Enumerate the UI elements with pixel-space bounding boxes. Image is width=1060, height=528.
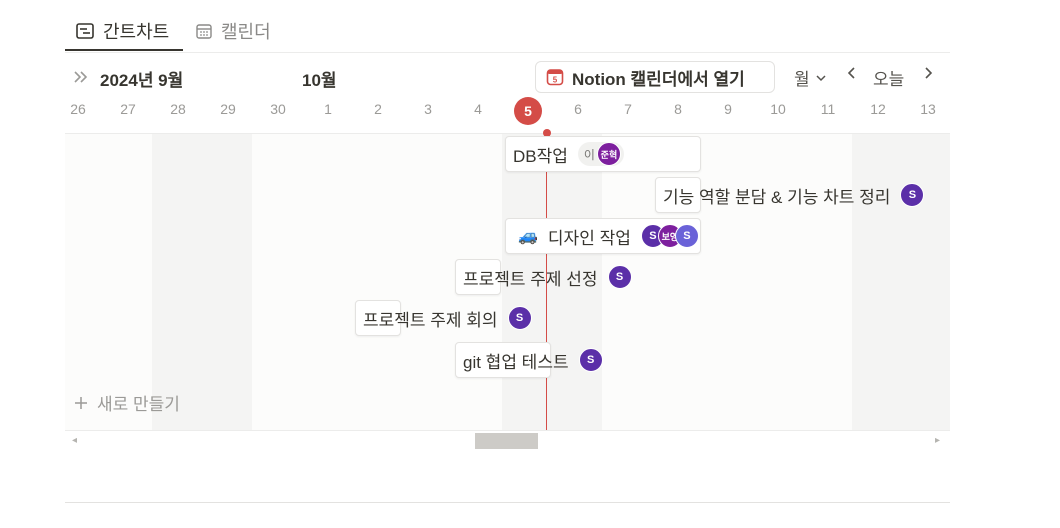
active-tab-indicator — [65, 49, 183, 51]
task-row[interactable]: 🚙 디자인 작업 S 보영 S — [518, 218, 699, 254]
task-title: DB작업 — [513, 146, 568, 166]
task-row[interactable]: 기능 역할 분담 & 기능 차트 정리 S — [663, 177, 925, 213]
tab-gantt-label: 간트차트 — [103, 22, 170, 42]
task-title: 프로젝트 주제 회의 — [363, 310, 498, 330]
weekend-column — [152, 134, 252, 430]
gantt-icon — [76, 23, 94, 39]
double-chevron-right-icon — [74, 71, 88, 83]
day-label: 29 — [220, 101, 236, 117]
view-mode-dropdown[interactable]: 월 — [794, 65, 828, 90]
svg-text:5: 5 — [553, 76, 558, 85]
next-button[interactable] — [921, 65, 935, 81]
assignee-chip: 이 준혁 — [577, 142, 624, 166]
avatar: S — [674, 224, 699, 248]
tab-calendar[interactable]: 캘린더 — [195, 10, 271, 52]
task-title: git 협업 테스트 — [463, 352, 569, 372]
plus-icon — [75, 396, 87, 409]
next-month-label: 10월 — [302, 71, 337, 90]
avatar-group: S 보영 S — [640, 224, 699, 248]
day-label: 30 — [270, 101, 286, 117]
task-row[interactable]: 프로젝트 주제 회의 S — [363, 300, 532, 336]
task-row[interactable]: git 협업 테스트 S — [463, 342, 603, 378]
day-label: 2 — [374, 101, 382, 117]
new-item-label: 새로 만들기 — [97, 395, 180, 414]
calendar-icon — [196, 24, 212, 39]
day-label: 28 — [170, 101, 186, 117]
day-label: 12 — [870, 101, 886, 117]
day-label: 8 — [674, 101, 682, 117]
view-mode-label: 월 — [794, 70, 810, 89]
task-row[interactable]: 프로젝트 주제 선정 S — [463, 259, 632, 295]
day-label: 10 — [770, 101, 786, 117]
scroll-right-arrow[interactable]: ▸ — [935, 435, 940, 446]
task-title: 프로젝트 주제 선정 — [463, 269, 598, 289]
footer-divider — [65, 502, 950, 503]
tabs-divider — [65, 52, 950, 53]
tab-calendar-label: 캘린더 — [221, 22, 271, 42]
avatar: S — [507, 306, 532, 330]
chevron-right-icon — [925, 67, 933, 79]
previous-button[interactable] — [845, 65, 859, 81]
day-label: 3 — [424, 101, 432, 117]
car-emoji-icon: 🚙 — [518, 228, 538, 245]
avatar: 준혁 — [596, 142, 621, 166]
chevron-down-icon — [816, 74, 826, 81]
today-button[interactable]: 오늘 — [873, 65, 904, 90]
chevron-left-icon — [847, 67, 855, 79]
current-month-label: 2024년 9월 — [100, 71, 184, 90]
expand-sidebar-button[interactable] — [72, 68, 90, 91]
avatar: S — [607, 265, 632, 289]
day-label: 6 — [574, 101, 582, 117]
new-item-button[interactable]: 새로 만들기 — [73, 390, 180, 415]
day-label: 11 — [820, 101, 836, 117]
avatar: S — [900, 183, 925, 207]
day-label: 27 — [120, 101, 136, 117]
open-in-notion-calendar-button[interactable]: 5 Notion 캘린더에서 열기 — [535, 61, 775, 93]
day-label: 26 — [70, 101, 86, 117]
assignee-name: 이 — [583, 147, 595, 162]
notion-calendar-icon: 5 — [546, 69, 564, 86]
tab-gantt-chart[interactable]: 간트차트 — [65, 10, 183, 52]
open-in-notion-label: Notion 캘린더에서 열기 — [572, 69, 745, 89]
avatar: S — [578, 348, 603, 372]
day-label: 4 — [474, 101, 482, 117]
task-title: 디자인 작업 — [547, 228, 631, 248]
timeline-bottom-divider — [65, 430, 950, 431]
day-label: 9 — [724, 101, 732, 117]
day-label: 7 — [624, 101, 632, 117]
task-row[interactable]: DB작업 이 준혁 — [513, 136, 624, 172]
today-marker: 5 — [514, 97, 542, 125]
task-title: 기능 역할 분담 & 기능 차트 정리 — [663, 187, 891, 207]
scroll-left-arrow[interactable]: ◂ — [72, 435, 77, 446]
scrollbar-thumb[interactable] — [475, 433, 538, 449]
day-label: 1 — [324, 101, 332, 117]
day-label: 13 — [920, 101, 936, 117]
